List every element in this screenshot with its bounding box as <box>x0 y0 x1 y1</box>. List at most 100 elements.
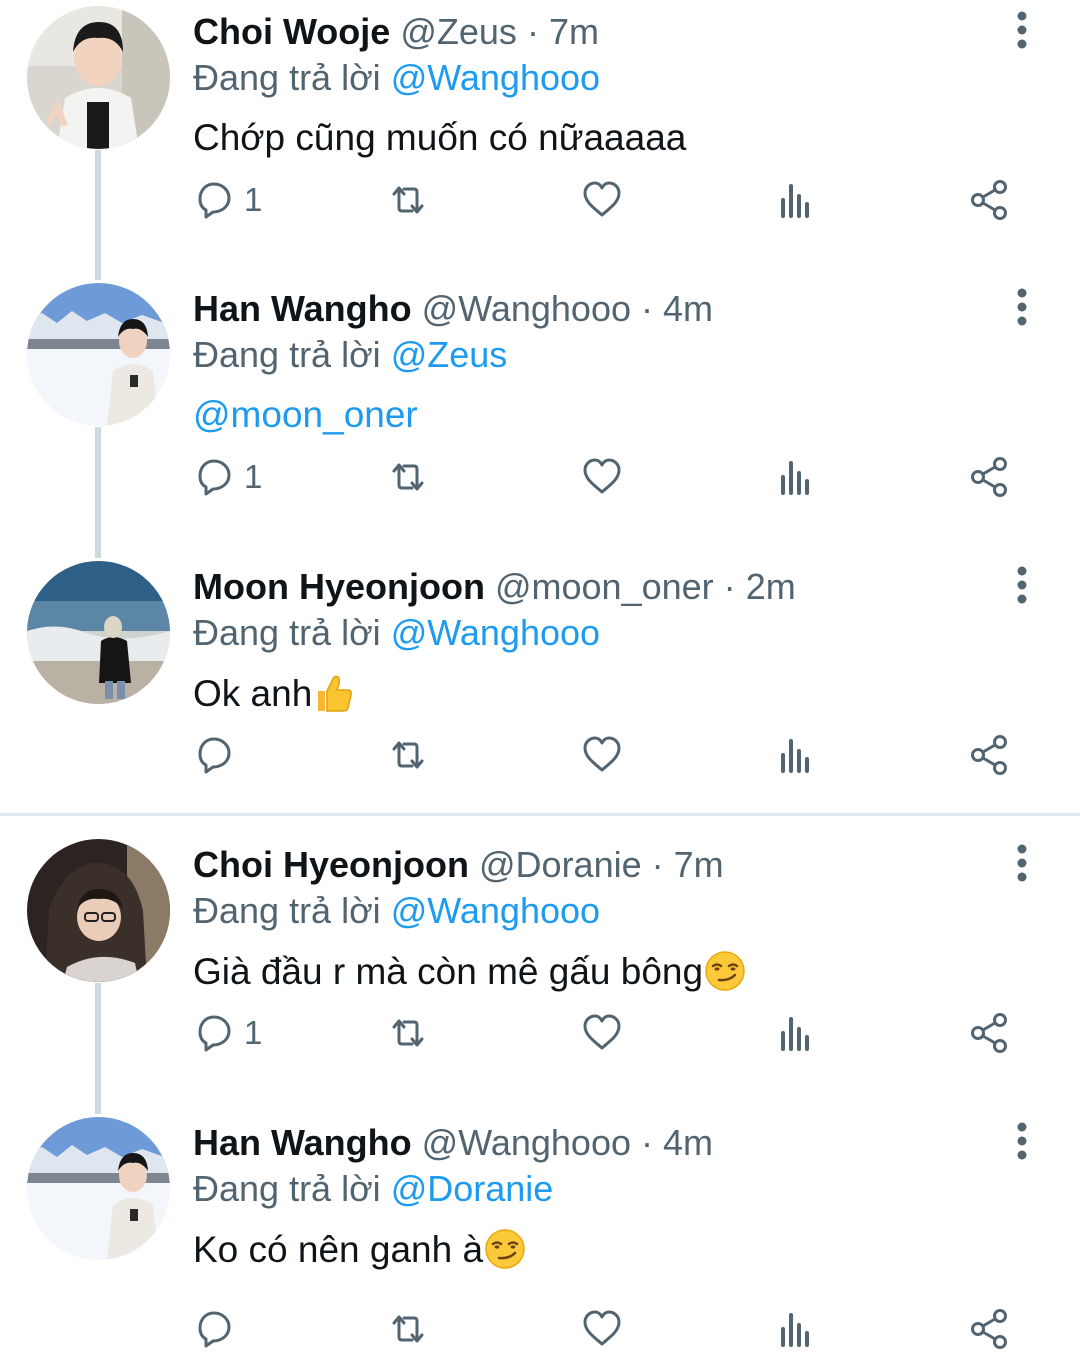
separator-dot: · <box>641 288 654 329</box>
smirking-face-emoji <box>485 1229 525 1269</box>
reply-icon <box>198 1015 231 1052</box>
more-options-icon[interactable] <box>1006 10 1038 50</box>
heart-icon <box>583 181 621 217</box>
replying-to-line: Đang trả lời @Wanghooo <box>193 611 600 655</box>
replying-to-handle[interactable]: @Wanghooo <box>391 57 600 98</box>
heart-icon <box>583 1310 621 1346</box>
replying-to-handle[interactable]: @Doranie <box>391 1168 554 1209</box>
avatar[interactable] <box>27 1117 170 1260</box>
retweet-icon <box>392 1315 424 1343</box>
share-icon <box>971 180 1007 220</box>
views-button[interactable] <box>774 172 818 228</box>
views-button[interactable] <box>774 727 818 783</box>
replying-to-handle[interactable]: @Zeus <box>391 334 508 375</box>
author-handle[interactable]: @Doranie <box>479 844 642 885</box>
share-button[interactable] <box>968 1005 1012 1061</box>
reply-button[interactable] <box>192 1301 236 1357</box>
like-button[interactable] <box>580 1005 624 1061</box>
tweet-header: Han Wangho @Wanghooo · 4m <box>193 287 713 331</box>
tweet[interactable]: Moon Hyeonjoon @moon_oner · 2m Đang trả … <box>0 555 1080 810</box>
conversation-divider <box>0 813 1080 816</box>
heart-icon <box>583 458 621 494</box>
share-button[interactable] <box>968 1301 1012 1357</box>
timestamp[interactable]: 4m <box>663 1122 713 1163</box>
like-button[interactable] <box>580 727 624 783</box>
avatar[interactable] <box>27 283 170 426</box>
tweet-body: Ko có nên ganh à <box>193 1227 527 1272</box>
more-options-icon[interactable] <box>1006 1121 1038 1161</box>
more-options-icon[interactable] <box>1006 565 1038 605</box>
author-handle[interactable]: @Wanghooo <box>422 1122 631 1163</box>
reply-button[interactable]: 1 <box>192 172 262 228</box>
author-name[interactable]: Choi Wooje <box>193 11 390 52</box>
reply-count: 1 <box>244 1014 263 1051</box>
timestamp[interactable]: 7m <box>549 11 599 52</box>
author-handle[interactable]: @moon_oner <box>495 566 714 607</box>
retweet-button[interactable] <box>386 1005 430 1061</box>
more-options-icon[interactable] <box>1006 287 1038 327</box>
replying-to-line: Đang trả lời @Zeus <box>193 333 507 377</box>
share-icon <box>971 1013 1007 1053</box>
timestamp[interactable]: 7m <box>674 844 724 885</box>
like-button[interactable] <box>580 1301 624 1357</box>
views-button[interactable] <box>774 1301 818 1357</box>
author-handle[interactable]: @Zeus <box>400 11 517 52</box>
thumbs-up-emoji <box>318 675 353 712</box>
timestamp[interactable]: 2m <box>746 566 796 607</box>
views-button[interactable] <box>774 1005 818 1061</box>
timestamp[interactable]: 4m <box>663 288 713 329</box>
tweet-text: Ok anh <box>193 673 313 714</box>
author-name[interactable]: Han Wangho <box>193 288 412 329</box>
analytics-icon <box>781 1017 809 1051</box>
reply-button[interactable]: 1 <box>192 449 262 505</box>
separator-dot: · <box>651 844 664 885</box>
separator-dot: · <box>526 11 539 52</box>
avatar[interactable] <box>27 6 170 149</box>
tweet[interactable]: Choi Hyeonjoon @Doranie · 7m Đang trả lờ… <box>0 833 1080 1103</box>
tweet-header: Choi Hyeonjoon @Doranie · 7m <box>193 843 724 887</box>
reply-button[interactable]: 1 <box>192 1005 262 1061</box>
share-button[interactable] <box>968 172 1012 228</box>
more-options-icon[interactable] <box>1006 843 1038 883</box>
replying-to-handle[interactable]: @Wanghooo <box>391 890 600 931</box>
retweet-button[interactable] <box>386 172 430 228</box>
avatar[interactable] <box>27 561 170 704</box>
like-button[interactable] <box>580 172 624 228</box>
tweet-actions: 1 <box>0 172 1080 228</box>
reply-count: 1 <box>244 181 263 218</box>
author-name[interactable]: Moon Hyeonjoon <box>193 566 485 607</box>
retweet-button[interactable] <box>386 727 430 783</box>
reply-icon <box>198 182 231 219</box>
replying-to-line: Đang trả lời @Wanghooo <box>193 889 600 933</box>
reply-button[interactable] <box>192 727 236 783</box>
retweet-icon <box>392 741 424 769</box>
reply-count: 1 <box>244 458 263 495</box>
share-button[interactable] <box>968 449 1012 505</box>
retweet-button[interactable] <box>386 1301 430 1357</box>
like-button[interactable] <box>580 449 624 505</box>
tweet[interactable]: Han Wangho @Wanghooo · 4m Đang trả lời @… <box>0 277 1080 547</box>
share-icon <box>971 735 1007 775</box>
replying-to-label: Đang trả lời <box>193 334 381 375</box>
author-name[interactable]: Han Wangho <box>193 1122 412 1163</box>
author-name[interactable]: Choi Hyeonjoon <box>193 844 469 885</box>
replying-to-line: Đang trả lời @Doranie <box>193 1167 553 1211</box>
analytics-icon <box>781 1313 809 1347</box>
views-button[interactable] <box>774 449 818 505</box>
retweet-icon <box>392 1019 424 1047</box>
author-handle[interactable]: @Wanghooo <box>422 288 631 329</box>
analytics-icon <box>781 739 809 773</box>
tweet[interactable]: Han Wangho @Wanghooo · 4m Đang trả lời @… <box>0 1111 1080 1357</box>
replying-to-label: Đang trả lời <box>193 890 381 931</box>
analytics-icon <box>781 184 809 218</box>
share-icon <box>971 1309 1007 1349</box>
share-icon <box>971 457 1007 497</box>
avatar[interactable] <box>27 839 170 982</box>
share-button[interactable] <box>968 727 1012 783</box>
tweet-actions: 1 <box>0 449 1080 505</box>
tweet-text-mention[interactable]: @moon_oner <box>193 393 418 437</box>
tweet-body: Ok anh <box>193 671 356 716</box>
retweet-button[interactable] <box>386 449 430 505</box>
replying-to-handle[interactable]: @Wanghooo <box>391 612 600 653</box>
tweet[interactable]: Choi Wooje @Zeus · 7m Đang trả lời @Wang… <box>0 0 1080 270</box>
